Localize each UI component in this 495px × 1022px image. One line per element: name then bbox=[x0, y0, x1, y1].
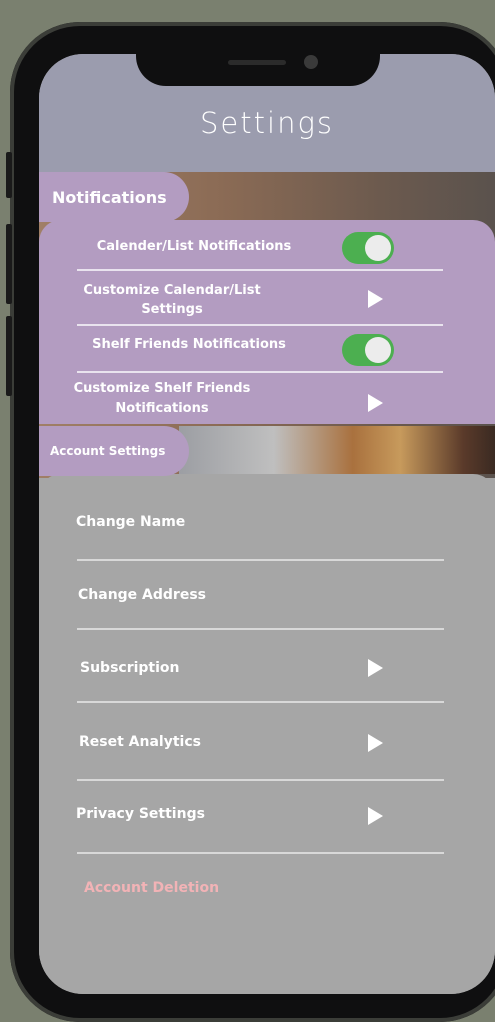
pantry-photo bbox=[179, 426, 495, 474]
play-arrow-icon[interactable] bbox=[368, 807, 383, 825]
change-address-item[interactable]: Change Address bbox=[78, 587, 206, 603]
divider bbox=[77, 324, 443, 326]
section-tab-account-settings: Account Settings bbox=[39, 426, 189, 476]
toggle-knob bbox=[365, 235, 391, 261]
side-button-volume-down bbox=[6, 316, 12, 396]
section-tab-notifications: Notifications bbox=[39, 172, 189, 222]
divider bbox=[77, 371, 443, 373]
side-button-volume-up bbox=[6, 224, 12, 304]
shelf-friends-toggle[interactable] bbox=[342, 334, 394, 366]
front-camera bbox=[304, 55, 318, 69]
divider bbox=[77, 779, 444, 781]
reset-analytics-item[interactable]: Reset Analytics bbox=[79, 734, 201, 750]
notification-row-calendar-list[interactable]: Calender/List Notifications bbox=[69, 239, 319, 254]
notification-row-customize-calendar[interactable]: Customize Calendar/List Settings bbox=[69, 281, 275, 319]
section-label-account: Account Settings bbox=[50, 444, 166, 458]
phone-notch bbox=[136, 54, 380, 86]
divider bbox=[77, 701, 444, 703]
divider bbox=[77, 269, 443, 271]
page-title: Settings bbox=[200, 106, 334, 140]
calendar-list-toggle[interactable] bbox=[342, 232, 394, 264]
divider bbox=[77, 628, 444, 630]
play-arrow-icon[interactable] bbox=[368, 290, 383, 308]
divider bbox=[77, 559, 444, 561]
speaker-grille bbox=[228, 60, 286, 65]
account-deletion-button[interactable]: Account Deletion bbox=[84, 880, 219, 896]
notification-label: Shelf Friends Notifications bbox=[92, 337, 286, 352]
subscription-item[interactable]: Subscription bbox=[80, 660, 180, 676]
section-label-notifications: Notifications bbox=[52, 187, 167, 207]
toggle-knob bbox=[365, 337, 391, 363]
notification-label: Customize Calendar/List Settings bbox=[83, 283, 261, 317]
play-arrow-icon[interactable] bbox=[368, 734, 383, 752]
privacy-settings-item[interactable]: Privacy Settings bbox=[76, 806, 205, 822]
play-arrow-icon[interactable] bbox=[368, 659, 383, 677]
notification-label: Customize Shelf Friends Notifications bbox=[73, 381, 251, 416]
notification-row-customize-shelf-friends[interactable]: Customize Shelf Friends Notifications bbox=[69, 379, 255, 419]
divider bbox=[77, 852, 444, 854]
side-button-mute bbox=[6, 152, 12, 198]
change-name-item[interactable]: Change Name bbox=[76, 514, 185, 530]
phone-screen: Settings Notifications Calender/List Not… bbox=[39, 54, 495, 994]
notification-row-shelf-friends[interactable]: Shelf Friends Notifications bbox=[69, 337, 309, 352]
play-arrow-icon[interactable] bbox=[368, 394, 383, 412]
notification-label: Calender/List Notifications bbox=[96, 239, 292, 254]
